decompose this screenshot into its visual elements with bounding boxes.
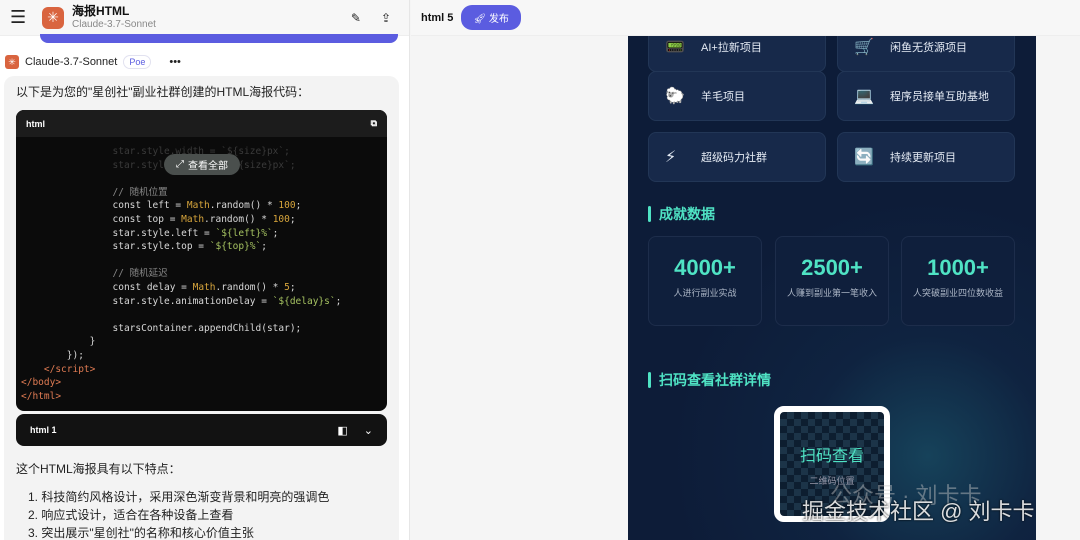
view-all-label: 查看全部: [188, 161, 228, 172]
qr-heading: 扫码查看社群详情: [648, 370, 771, 390]
features-list: 1. 科技简约风格设计，采用深色渐变背景和明亮的强调色 2. 响应式设计，适合在…: [28, 488, 329, 540]
stat-card: 2500+ 人赚到副业第一笔收入: [775, 236, 889, 326]
more-options-icon[interactable]: •••: [169, 56, 181, 68]
feature-item: 1. 科技简约风格设计，采用深色渐变背景和明亮的强调色: [28, 490, 330, 504]
project-label: 程序员接单互助基地: [890, 91, 989, 103]
stat-label: 人进行副业实战: [673, 288, 737, 298]
menu-icon[interactable]: ☰: [10, 7, 32, 28]
project-card: 💻 程序员接单互助基地: [837, 71, 1015, 121]
project-label: 闲鱼无货源项目: [890, 42, 967, 54]
publish-label: 发布: [488, 14, 509, 25]
project-icon: 💻: [854, 88, 874, 105]
preview-title: html 5: [421, 11, 454, 24]
project-card: 🐑 羊毛项目: [648, 71, 826, 121]
copy-icon[interactable]: ⧉: [371, 118, 377, 129]
stat-number: 2500+: [801, 255, 863, 280]
stat-label: 人突破副业四位数收益: [912, 288, 1003, 298]
project-label: 持续更新项目: [890, 152, 956, 164]
chat-title: 海报HTML: [72, 3, 130, 18]
view-all-button[interactable]: ⤢ 查看全部: [164, 154, 240, 175]
project-label: AI+拉新项目: [701, 42, 762, 54]
chevron-down-icon[interactable]: ⌄: [364, 424, 373, 437]
intro-text: 以下是为您的"星创社"副业社群创建的HTML海报代码：: [16, 85, 310, 99]
project-card: 🛒 闲鱼无货源项目: [837, 36, 1015, 72]
stat-number: 1000+: [927, 255, 989, 280]
project-icon: ⚡: [665, 149, 677, 166]
chat-panel: ☰ ✳ 海报HTML Claude-3.7-Sonnet ✎ ⇪ ✳ Claude-3…: [0, 0, 410, 540]
project-label: 超级码力社群: [701, 152, 767, 164]
poe-badge: Poe: [123, 55, 152, 69]
rocket-icon: 🚀︎: [473, 14, 489, 25]
preview-header: html 5 🚀︎ 发布: [411, 0, 1080, 36]
chat-model: Claude-3.7-Sonnet: [72, 18, 156, 30]
poster-preview: 📟 AI+拉新项目 🛒 闲鱼无货源项目 🐑 羊毛项目 💻 程序员接单互助基地 ⚡ 超级码力…: [628, 36, 1036, 540]
bot-name: Claude-3.7-Sonnet: [25, 56, 118, 68]
watermark-juejin: 掘金技术社区 @ 刘卡卡: [802, 499, 1035, 524]
code-content: star.style.width = `${size}px`; star.sty…: [21, 146, 342, 402]
feature-item: 2. 响应式设计，适合在各种设备上查看: [28, 508, 234, 522]
user-message-bubble: [40, 34, 398, 43]
project-card: ⚡ 超级码力社群: [648, 132, 826, 182]
expand-icon: ⤢: [176, 159, 184, 170]
bot-logo-icon: ✳: [42, 6, 64, 29]
stats-heading: 成就数据: [648, 204, 715, 224]
share-icon[interactable]: ⇪: [381, 11, 391, 25]
qr-main-text: 扫码查看: [799, 448, 864, 465]
project-icon: 🔄: [854, 149, 874, 166]
code-lang: html: [26, 118, 45, 129]
artifact-label: html 1: [30, 425, 57, 435]
publish-button[interactable]: 🚀︎ 发布: [461, 5, 521, 30]
artifact-bar[interactable]: html 1 ◧ ⌄: [16, 414, 387, 446]
features-title: 这个HTML海报具有以下特点：: [16, 462, 181, 476]
stat-number: 4000+: [674, 255, 736, 280]
stat-card: 1000+ 人突破副业四位数收益: [901, 236, 1015, 326]
feature-item: 3. 突出展示"星创社"的名称和核心价值主张: [28, 526, 254, 540]
project-card: 🔄 持续更新项目: [837, 132, 1015, 182]
stat-label: 人赚到副业第一笔收入: [786, 288, 877, 298]
project-card: 📟 AI+拉新项目: [648, 36, 826, 72]
edit-icon[interactable]: ✎: [351, 11, 361, 25]
project-icon: 🛒: [854, 39, 874, 56]
bot-avatar-icon: ✳: [5, 55, 19, 69]
stat-card: 4000+ 人进行副业实战: [648, 236, 762, 326]
chat-header: ☰ ✳ 海报HTML Claude-3.7-Sonnet ✎ ⇪: [0, 0, 409, 36]
project-icon: 📟: [665, 39, 685, 56]
project-label: 羊毛项目: [701, 91, 745, 103]
open-panel-icon[interactable]: ◧: [337, 424, 347, 437]
project-icon: 🐑: [665, 88, 685, 105]
